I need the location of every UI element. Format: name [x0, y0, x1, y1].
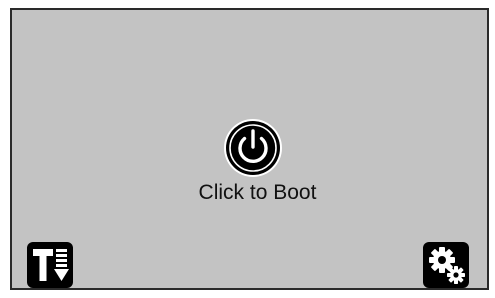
power-button[interactable]: [223, 118, 283, 178]
settings-gears-icon: [429, 247, 465, 284]
text-download-button[interactable]: [27, 242, 73, 288]
text-download-icon: [33, 249, 69, 281]
boot-label[interactable]: Click to Boot: [0, 180, 495, 206]
settings-button[interactable]: [423, 242, 469, 288]
power-icon: [224, 119, 282, 177]
